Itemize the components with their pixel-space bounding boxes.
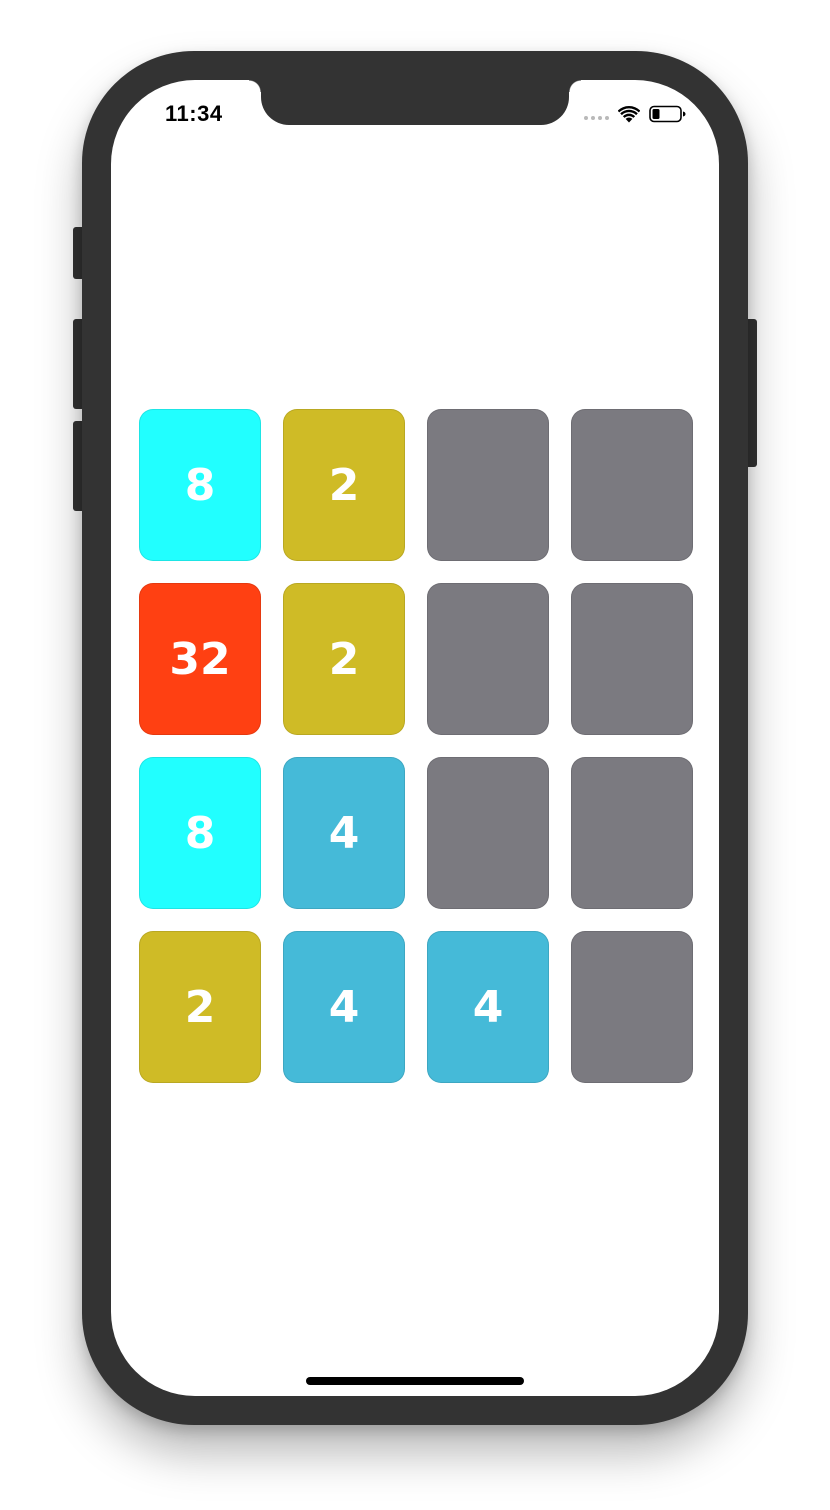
status-time: 11:34 (165, 101, 223, 126)
tile-2: 2 (283, 583, 405, 735)
tile-8: 8 (139, 409, 261, 561)
tile-8: 8 (139, 757, 261, 909)
tile-4: 4 (427, 931, 549, 1083)
tile-empty (427, 757, 549, 909)
battery-icon (649, 105, 687, 123)
tile-empty (427, 409, 549, 561)
cellular-signal-icon (584, 116, 609, 120)
device-mockup: 11:34 8 2 32 2 8 4 2 4 4 (0, 0, 830, 1510)
tile-empty (571, 583, 693, 735)
tile-empty (571, 931, 693, 1083)
tile-4: 4 (283, 931, 405, 1083)
app-screen: 11:34 8 2 32 2 8 4 2 4 4 (111, 80, 719, 1396)
home-indicator[interactable] (306, 1377, 524, 1385)
tile-empty (427, 583, 549, 735)
tile-4: 4 (283, 757, 405, 909)
game-board[interactable]: 8 2 32 2 8 4 2 4 4 (139, 409, 693, 1083)
tile-empty (571, 409, 693, 561)
notch (249, 80, 581, 125)
status-icons (584, 102, 687, 126)
tile-32: 32 (139, 583, 261, 735)
tile-empty (571, 757, 693, 909)
wifi-icon (618, 105, 640, 123)
tile-2: 2 (283, 409, 405, 561)
tile-2: 2 (139, 931, 261, 1083)
